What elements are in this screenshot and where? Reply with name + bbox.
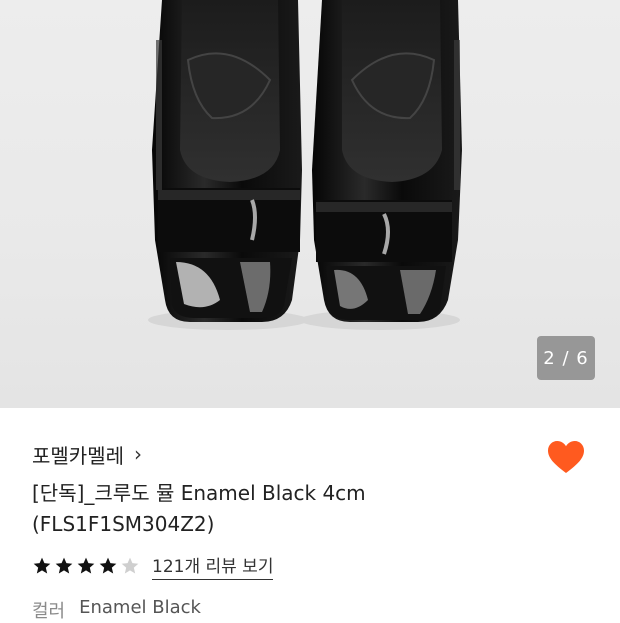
star-filled-icon [33, 557, 51, 574]
color-option: 컬러 Enamel Black [32, 597, 201, 623]
star-filled-icon [99, 557, 117, 574]
color-label: 컬러 [32, 601, 66, 622]
star-filled-icon [55, 557, 73, 574]
review-link[interactable]: 121개 리뷰 보기 [152, 552, 274, 580]
product-title: [단독]_크루도 뮬 Enamel Black 4cm (FLS1F1SM304… [32, 478, 532, 540]
brand-link[interactable]: 포멜카멜레 › [32, 440, 142, 469]
shoes-illustration [148, 0, 462, 330]
rating-row: 121개 리뷰 보기 [32, 552, 274, 580]
product-title-line1: [단독]_크루도 뮬 Enamel Black 4cm [32, 481, 366, 505]
product-title-line2: (FLS1F1SM304Z2) [32, 512, 215, 536]
color-value: Enamel Black [79, 597, 201, 618]
image-counter: 2 / 6 [537, 336, 595, 380]
brand-name: 포멜카멜레 [32, 444, 124, 468]
star-filled-icon [77, 557, 95, 574]
chevron-right-icon: › [134, 441, 142, 466]
heart-icon[interactable] [546, 438, 586, 478]
product-image[interactable]: 2 / 6 [0, 0, 620, 408]
star-rating [32, 556, 140, 576]
star-empty-icon [121, 557, 139, 574]
